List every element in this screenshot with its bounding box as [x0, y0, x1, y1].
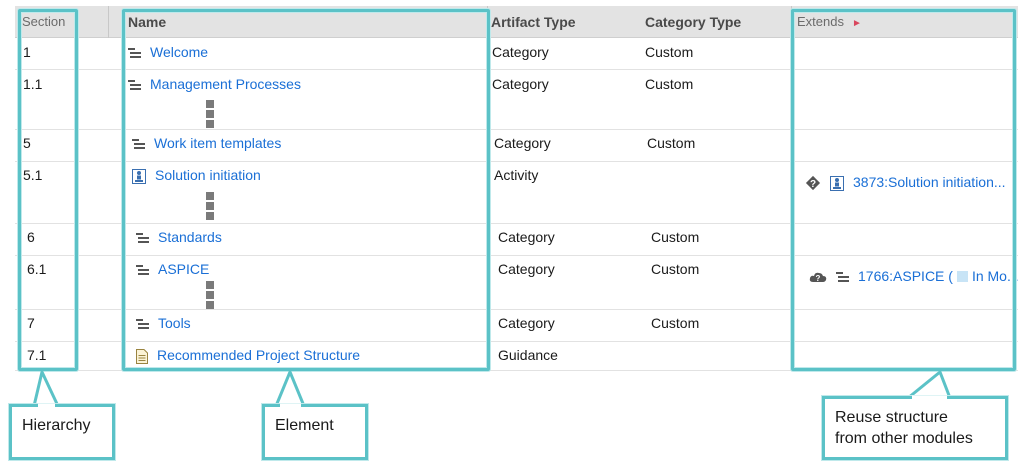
callout-pointer-joins	[38, 395, 947, 408]
